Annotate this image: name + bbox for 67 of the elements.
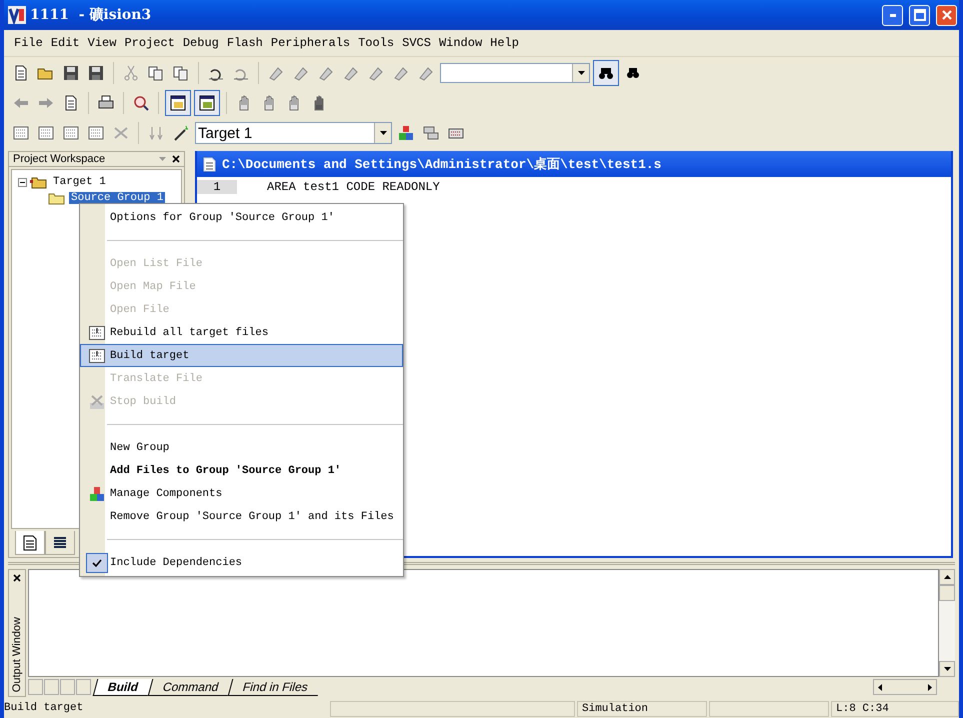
list-icon xyxy=(53,536,67,550)
app-icon xyxy=(8,6,26,24)
left-arrow-icon[interactable] xyxy=(878,684,882,690)
right-arrow-icon[interactable] xyxy=(928,684,932,690)
target-combo[interactable]: Target 1 xyxy=(195,122,392,144)
window-title: 1111 - 礦ision3 xyxy=(30,6,152,24)
panel-title: Output Window xyxy=(11,616,23,692)
menu-item[interactable]: Window xyxy=(434,34,486,52)
horizontal-scrollbar[interactable] xyxy=(873,679,937,695)
workspace-toggle-icon[interactable] xyxy=(165,90,191,116)
books-tab[interactable] xyxy=(45,531,75,555)
menu-item[interactable]: File xyxy=(10,34,47,52)
menu-item[interactable]: Edit xyxy=(46,34,84,52)
status-text: Simulation xyxy=(577,700,707,716)
close-icon[interactable] xyxy=(172,155,180,163)
dropdown-arrow-icon xyxy=(380,131,386,135)
folder-icon xyxy=(48,191,66,205)
output-toggle-icon[interactable] xyxy=(194,90,220,116)
find-combo[interactable] xyxy=(440,63,590,83)
scroll-down-button[interactable] xyxy=(939,661,955,677)
collapse-icon[interactable] xyxy=(18,178,27,186)
maximize-icon xyxy=(914,9,926,21)
menu-item[interactable]: Options for Group 'Source Group 1' xyxy=(80,206,403,229)
maximize-button[interactable] xyxy=(909,4,930,26)
menu-item[interactable]: Peripherals xyxy=(266,34,354,52)
target-folder-icon xyxy=(30,175,48,189)
document-icon xyxy=(23,534,37,550)
scroll-up-button[interactable] xyxy=(939,569,955,585)
document-icon xyxy=(203,156,216,172)
panel-title: Project Workspace xyxy=(13,153,106,165)
tree-item[interactable]: Source Group 1 xyxy=(69,192,166,204)
dropdown-arrow-icon xyxy=(578,71,584,75)
tree-item[interactable]: Target 1 xyxy=(51,176,108,188)
file-path: C:\Documents and Settings\Administrator\桌面\test\test1.s xyxy=(222,156,662,173)
build-icon xyxy=(88,348,104,364)
line-number: 1 xyxy=(197,180,237,194)
menu-item[interactable]: New Group xyxy=(80,436,403,459)
close-button[interactable] xyxy=(936,4,957,26)
menu-item[interactable]: Build target xyxy=(80,344,403,367)
stop-build-icon xyxy=(88,394,104,410)
status-text: Build target xyxy=(4,700,84,716)
status-text: L:8 C:34 xyxy=(831,700,959,716)
output-tab[interactable]: Build xyxy=(92,678,152,696)
rebuild-icon xyxy=(88,324,104,340)
menu-item[interactable]: Add Files to Group 'Source Group 1' xyxy=(80,459,403,482)
menu-item[interactable]: Project xyxy=(120,34,179,52)
components-icon xyxy=(88,486,104,502)
menu-item[interactable]: Manage Components xyxy=(80,482,403,505)
menu-item[interactable]: View xyxy=(84,34,120,52)
menu-item[interactable]: Debug xyxy=(178,34,223,52)
menu-item[interactable]: Remove Group 'Source Group 1' and its Files xyxy=(80,505,403,528)
files-tab[interactable] xyxy=(15,531,45,555)
close-icon[interactable] xyxy=(13,574,21,582)
up-arrow-icon xyxy=(944,575,950,579)
scroll-thumb[interactable] xyxy=(939,585,955,601)
menu-item[interactable]: Flash xyxy=(222,34,267,52)
menu-item[interactable]: Tools xyxy=(354,34,398,52)
down-arrow-icon xyxy=(944,667,950,671)
menu-item[interactable]: SVCS xyxy=(398,34,435,52)
minimize-icon xyxy=(890,14,896,16)
close-icon xyxy=(940,9,952,21)
menu-item[interactable]: Help xyxy=(486,34,523,52)
code-line: AREA test1 CODE READONLY xyxy=(266,180,440,194)
menu-item[interactable]: Include Dependencies xyxy=(80,551,403,574)
minimize-button[interactable] xyxy=(882,4,903,26)
menu-item[interactable]: Rebuild all target files xyxy=(80,321,403,344)
vertical-scrollbar[interactable] xyxy=(939,569,955,677)
